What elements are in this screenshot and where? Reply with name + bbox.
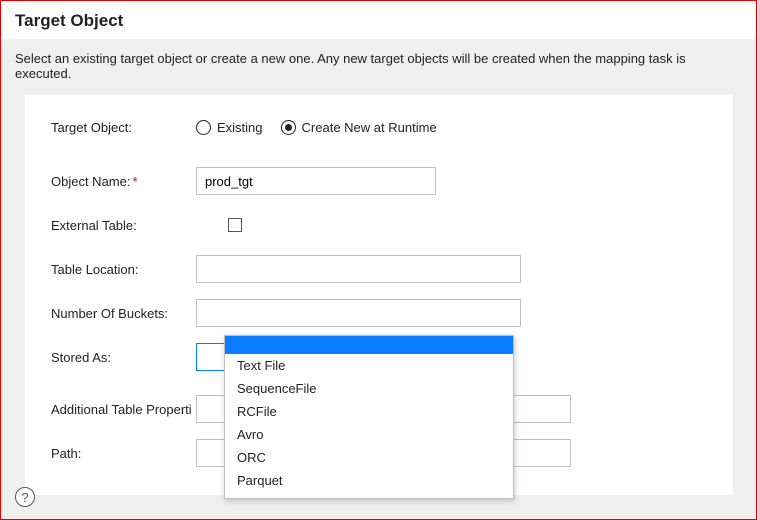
stored-as-label: Stored As: bbox=[51, 350, 196, 365]
radio-existing-label: Existing bbox=[217, 120, 263, 135]
external-table-row: External Table: bbox=[51, 211, 707, 239]
num-buckets-input[interactable] bbox=[196, 299, 521, 327]
stored-as-dropdown: Text File SequenceFile RCFile Avro ORC P… bbox=[224, 335, 514, 499]
radio-create-new-icon bbox=[281, 120, 296, 135]
radio-existing[interactable]: Existing bbox=[196, 120, 263, 135]
target-object-row: Target Object: Existing Create New at Ru… bbox=[51, 113, 707, 141]
panel-description: Select an existing target object or crea… bbox=[15, 51, 742, 81]
target-object-radio-group: Existing Create New at Runtime bbox=[196, 120, 437, 135]
num-buckets-row: Number Of Buckets: bbox=[51, 299, 707, 327]
target-object-label: Target Object: bbox=[51, 120, 196, 135]
external-table-label: External Table: bbox=[51, 218, 196, 233]
panel-body: Select an existing target object or crea… bbox=[1, 39, 756, 520]
target-object-panel: Target Object Select an existing target … bbox=[0, 0, 757, 520]
form-card: Target Object: Existing Create New at Ru… bbox=[25, 95, 733, 495]
table-location-input[interactable] bbox=[196, 255, 521, 283]
table-location-label: Table Location: bbox=[51, 262, 196, 277]
object-name-row: Object Name:* bbox=[51, 167, 707, 195]
object-name-input[interactable] bbox=[196, 167, 436, 195]
option-sequencefile[interactable]: SequenceFile bbox=[225, 377, 513, 400]
table-location-row: Table Location: bbox=[51, 255, 707, 283]
option-avro[interactable]: Avro bbox=[225, 423, 513, 446]
dropdown-highlight[interactable] bbox=[225, 336, 513, 354]
option-orc[interactable]: ORC bbox=[225, 446, 513, 469]
num-buckets-label: Number Of Buckets: bbox=[51, 306, 196, 321]
required-asterisk: * bbox=[132, 174, 137, 189]
panel-title: Target Object bbox=[1, 1, 756, 39]
option-parquet[interactable]: Parquet bbox=[225, 469, 513, 492]
help-icon[interactable]: ? bbox=[15, 487, 35, 507]
option-rcfile[interactable]: RCFile bbox=[225, 400, 513, 423]
radio-create-new[interactable]: Create New at Runtime bbox=[281, 120, 437, 135]
radio-existing-icon bbox=[196, 120, 211, 135]
object-name-label: Object Name:* bbox=[51, 174, 196, 189]
option-text-file[interactable]: Text File bbox=[225, 354, 513, 377]
path-label: Path: bbox=[51, 446, 196, 461]
radio-create-new-label: Create New at Runtime bbox=[302, 120, 437, 135]
external-table-checkbox[interactable] bbox=[228, 218, 242, 232]
